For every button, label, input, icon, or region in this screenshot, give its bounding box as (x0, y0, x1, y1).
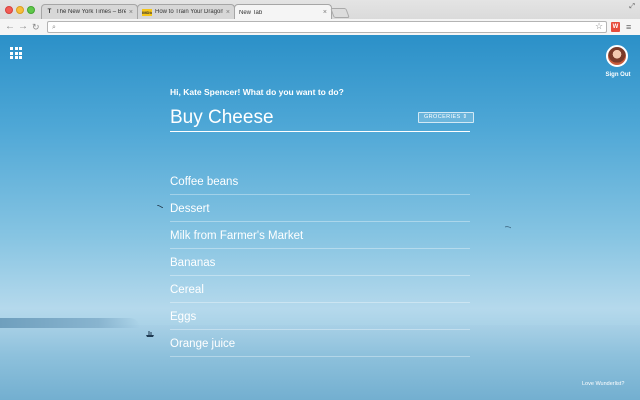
greeting-text: Hi, Kate Spencer! What do you want to do… (170, 87, 344, 97)
todo-item[interactable]: Bananas (170, 249, 470, 276)
avatar[interactable] (606, 45, 628, 67)
close-tab-icon[interactable]: × (323, 9, 327, 16)
browser-chrome: T The New York Times – Bre × IMDb How to… (0, 0, 640, 35)
tab-new-tab[interactable]: New Tab × (234, 4, 332, 20)
extension-icon[interactable]: W (611, 22, 620, 32)
tab-nytimes[interactable]: T The New York Times – Bre × (41, 4, 138, 19)
reload-icon[interactable]: ↻ (32, 20, 40, 34)
close-tab-icon[interactable]: × (129, 9, 133, 16)
tab-title: New Tab (239, 9, 263, 16)
close-window-button[interactable] (5, 6, 13, 14)
forward-icon[interactable]: → (18, 20, 28, 34)
fullscreen-icon[interactable]: ⤢ (629, 3, 635, 11)
todo-item[interactable]: Milk from Farmer's Market (170, 222, 470, 249)
todo-item[interactable]: Cereal (170, 276, 470, 303)
close-tab-icon[interactable]: × (226, 9, 230, 16)
bird-icon (157, 205, 163, 208)
minimize-window-button[interactable] (16, 6, 24, 14)
apps-grid-icon[interactable] (10, 47, 22, 59)
todo-item[interactable]: Eggs (170, 303, 470, 330)
tab-imdb[interactable]: IMDb How to Train Your Dragon × (137, 4, 235, 19)
island-background (0, 318, 140, 328)
imdb-favicon-icon: IMDb (142, 8, 152, 16)
sign-out-link[interactable]: Sign Out (598, 72, 638, 78)
maximize-window-button[interactable] (27, 6, 35, 14)
tab-title: The New York Times – Bre (56, 9, 126, 15)
todo-item[interactable]: Coffee beans (170, 168, 470, 195)
address-bar[interactable]: ⌕ (47, 21, 607, 33)
todo-list: Coffee beans Dessert Milk from Farmer's … (170, 168, 470, 357)
address-input[interactable] (60, 22, 580, 32)
todo-item[interactable]: Orange juice (170, 330, 470, 357)
tab-title: How to Train Your Dragon (155, 9, 223, 15)
list-selector-button[interactable]: GROCERIES ⇕ (418, 112, 474, 123)
bookmark-star-icon[interactable]: ☆ (595, 19, 603, 33)
love-wunderlist-link[interactable]: Love Wunderlist? (582, 381, 624, 387)
todo-item[interactable]: Dessert (170, 195, 470, 222)
search-icon: ⌕ (52, 24, 56, 31)
back-icon[interactable]: ← (5, 20, 15, 34)
boat-icon (146, 331, 154, 337)
bird-icon (505, 226, 511, 229)
browser-menu-icon[interactable]: ≡ (626, 21, 631, 33)
nytimes-favicon-icon: T (47, 8, 52, 15)
browser-toolbar: ← → ↻ ⌕ ☆ W ≡ (0, 19, 640, 35)
new-tab-button[interactable] (330, 8, 350, 18)
new-tab-page: Sign Out Hi, Kate Spencer! What do you w… (0, 35, 640, 400)
